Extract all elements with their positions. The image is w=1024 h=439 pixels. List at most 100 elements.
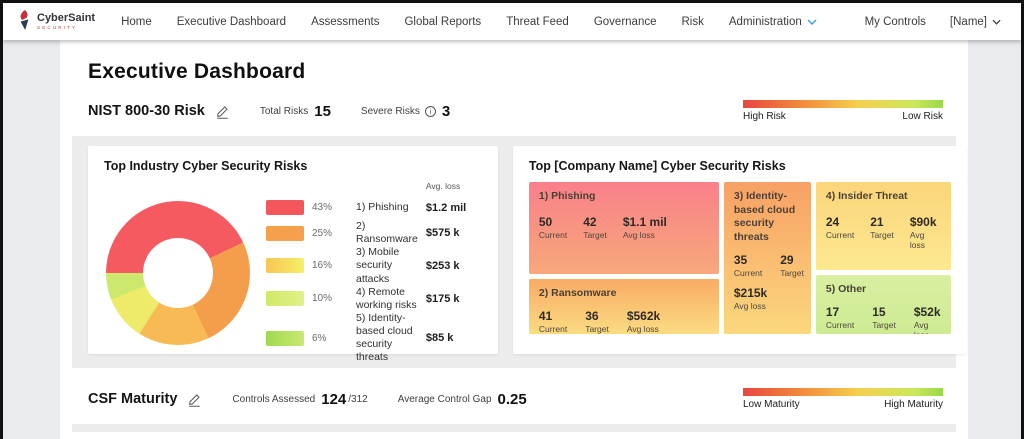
severe-risks-value: 3 [441, 102, 451, 120]
legend-label: 3) Mobile security attacks [356, 246, 400, 285]
stat-current: 35 Current [733, 252, 763, 278]
avg-control-gap-label: Average Control Gap [397, 393, 492, 405]
treemap-block-identity-cloud[interactable]: 3) Identity-based cloud security threats… [723, 182, 811, 334]
nav-item-global-reports[interactable]: Global Reports [404, 16, 481, 28]
dashboard-panel: Executive Dashboard NIST 800-30 Risk Tot… [60, 40, 968, 439]
legend-pct: 16% [312, 260, 333, 272]
nav-item-home[interactable]: Home [121, 16, 152, 28]
high-risk-label: High Risk [743, 111, 786, 122]
nav-item-governance[interactable]: Governance [594, 16, 657, 28]
page-title: Executive Dashboard [88, 60, 306, 83]
block-stats: 24 Current 21 Target $90k Avg loss [826, 215, 941, 250]
legend-swatch-ransomware [266, 225, 304, 241]
edit-pencil-icon[interactable] [215, 104, 230, 119]
nav-item-threat-feed[interactable]: Threat Feed [506, 16, 569, 28]
controls-assessed-value: 124 [321, 390, 347, 408]
nav-menu: Home Executive Dashboard Assessments Glo… [121, 16, 817, 28]
block-stats: 50 Current 42 Target $1.1 mil Avg loss [539, 215, 709, 240]
stat-current: 50 Current [538, 214, 568, 240]
total-risks-value: 15 [314, 102, 331, 120]
my-controls-button[interactable]: My Controls [865, 16, 926, 28]
legend-label: 1) Phishing [356, 200, 409, 213]
info-icon[interactable]: i [424, 105, 436, 117]
nist-section-title: NIST 800-30 Risk [88, 103, 205, 119]
treemap-block-ransomware[interactable]: 2) Ransomware 41 Current 36 Target $562k… [528, 279, 719, 334]
logo-subtitle: SECURITY [37, 24, 78, 30]
legend-avg-loss: $85 k [425, 332, 454, 345]
app-window: CyberSaint SECURITY Home Executive Dashb… [0, 0, 1024, 439]
block-title: 3) Identity-based cloud security threats [733, 190, 796, 243]
treemap-column-3: 4) Insider Threat 24 Current 21 Target $… [815, 182, 951, 334]
block-stats: 35 Current 29 Target [733, 252, 804, 278]
legend-pct: 25% [312, 227, 333, 239]
treemap-block-phishing[interactable]: 1) Phishing 50 Current 42 Target $1.1 mi… [528, 182, 719, 274]
high-maturity-label: High Maturity [884, 399, 943, 410]
avg-loss-header: Avg. loss [425, 181, 461, 191]
user-name: [Name] [949, 15, 987, 28]
legend-swatch-mobile [266, 258, 304, 274]
legend-label: 2) Ransomware [356, 220, 418, 246]
stat-avg-loss: $90k Avg loss [909, 214, 937, 250]
risk-cards-strip: Top Industry Cyber Security Risks Avg. l… [72, 136, 967, 368]
user-menu[interactable]: [Name] [950, 16, 1001, 28]
edit-pencil-icon[interactable] [187, 392, 202, 407]
chevron-down-icon [807, 19, 817, 25]
treemap-column-2: 3) Identity-based cloud security threats… [723, 182, 811, 334]
nav-item-executive-dashboard[interactable]: Executive Dashboard [177, 16, 286, 28]
low-risk-label: Low Risk [902, 111, 943, 122]
stat-avg-loss: $215k Avg loss [733, 285, 768, 311]
nav-item-administration[interactable]: Administration [729, 16, 817, 28]
company-risks-card: Top [Company Name] Cyber Security Risks … [512, 146, 967, 354]
legend-pct: 10% [312, 293, 333, 305]
legend-label: 4) Remote working risks [356, 285, 417, 311]
avg-control-gap-value: 0.25 [497, 390, 527, 408]
cybersaint-logo[interactable]: CyberSaint SECURITY [17, 9, 95, 34]
maturity-scale-legend: Low Maturity High Maturity [743, 388, 943, 410]
maturity-scale-labels: Low Maturity High Maturity [743, 399, 943, 410]
legend-pct: 43% [312, 202, 333, 213]
treemap-block-other[interactable]: 5) Other 17 Current 15 Target $52k Avg [815, 275, 951, 334]
treemap-block-insider-threat[interactable]: 4) Insider Threat 24 Current 21 Target $… [815, 182, 951, 270]
cybersaint-logo-icon [20, 10, 29, 30]
donut-row: Avg. loss 43% 1) Phishing $1.2 mil 25% 2… [104, 181, 482, 364]
stat-target: 36 Target [585, 308, 609, 334]
block-title: 4) Insider Threat [825, 190, 908, 202]
nav-item-administration-label: Administration [728, 15, 802, 28]
legend-swatch-identity [266, 330, 304, 346]
legend-swatch-phishing [266, 200, 304, 215]
risk-scale-labels: High Risk Low Risk [743, 111, 943, 122]
nav-right: My Controls [Name] [865, 16, 1001, 28]
legend-avg-loss: $253 k [425, 259, 460, 272]
donut-legend: Avg. loss 43% 1) Phishing $1.2 mil 25% 2… [266, 181, 482, 364]
treemap-column-1: 1) Phishing 50 Current 42 Target $1.1 mi… [528, 182, 719, 334]
legend-avg-loss: $575 k [425, 227, 460, 240]
legend-pct: 6% [312, 332, 327, 344]
logo-title: CyberSaint [37, 11, 96, 24]
legend-avg-loss: $175 k [425, 292, 460, 305]
nist-risk-header: NIST 800-30 Risk Total Risks 15 Severe R… [60, 84, 968, 122]
company-card-title: Top [Company Name] Cyber Security Risks [528, 159, 786, 173]
stat-avg-loss: $562k Avg loss [626, 308, 661, 334]
csf-section-title: CSF Maturity [88, 391, 178, 407]
chevron-down-icon [992, 19, 1001, 25]
legend-swatch-remote [266, 291, 304, 307]
risk-scale-legend: High Risk Low Risk [743, 100, 943, 122]
legend-label: 5) Identity-based cloud security threats [356, 311, 413, 364]
stat-current: 41 Current [538, 308, 568, 334]
block-stats: 41 Current 36 Target $562k Avg loss [539, 309, 709, 334]
severe-risks-label: Severe Risks [360, 105, 420, 117]
total-risks-label: Total Risks [259, 105, 309, 117]
industry-risks-donut-chart[interactable] [106, 200, 250, 345]
block-stats: 17 Current 15 Target $52k Avg [826, 305, 941, 334]
block-title: 2) Ransomware [538, 287, 617, 299]
stat-target: 29 Target [780, 252, 804, 278]
page-background: Executive Dashboard NIST 800-30 Risk Tot… [3, 40, 1021, 439]
stat-avg-loss: $52k Avg loss [913, 304, 941, 334]
stat-target: 42 Target [583, 214, 607, 240]
nav-item-risk[interactable]: Risk [682, 16, 704, 28]
csf-maturity-header: CSF Maturity Controls Assessed 124 /312 … [60, 368, 968, 410]
block-title: 5) Other [825, 283, 867, 295]
low-maturity-label: Low Maturity [743, 399, 800, 410]
nav-item-assessments[interactable]: Assessments [311, 16, 379, 28]
industry-card-title: Top Industry Cyber Security Risks [104, 159, 308, 173]
